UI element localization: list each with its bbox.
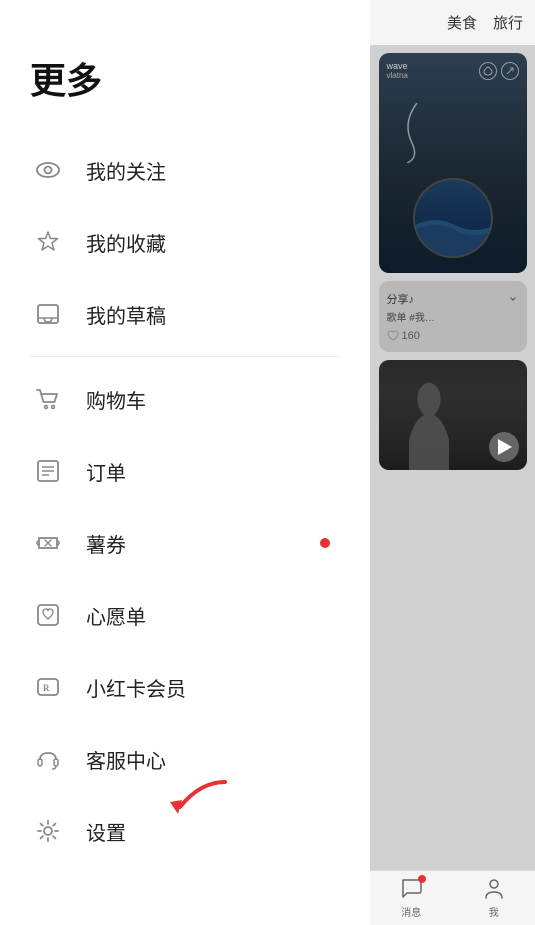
tab-food[interactable]: 美食 <box>443 10 481 35</box>
card3-silhouette <box>389 370 469 470</box>
messages-badge <box>418 875 426 883</box>
sidebar-item-label: 薯券 <box>86 529 126 558</box>
messages-icon-wrap <box>400 877 422 902</box>
sidebar-item-label: 订单 <box>86 457 126 486</box>
right-background-panel: 美食 旅行 wave vlatna <box>370 0 535 925</box>
sidebar-item-shopping-cart[interactable]: 购物车 <box>0 363 370 435</box>
sidebar-item-label: 客服中心 <box>86 745 166 774</box>
card1-subtitle: vlatna <box>387 71 408 80</box>
coupon-icon <box>30 525 66 561</box>
content-card-1[interactable]: wave vlatna <box>379 53 527 273</box>
card2-chevron-icon <box>507 293 519 305</box>
content-card-3[interactable] <box>379 360 527 470</box>
card2-share-text: 分享♪ <box>387 291 415 307</box>
content-card-2[interactable]: 分享♪ 歌单 #我… 160 <box>379 281 527 352</box>
bottom-navigation: 消息 我 <box>370 870 535 925</box>
card2-likes: 160 <box>387 330 519 342</box>
sidebar-item-label: 小红卡会员 <box>86 673 186 702</box>
nav-messages[interactable]: 消息 <box>400 877 422 919</box>
sidebar-item-label: 我的关注 <box>86 156 166 185</box>
svg-text:R: R <box>43 683 50 693</box>
nav-me-label: 我 <box>483 904 505 919</box>
nav-me[interactable]: 我 <box>483 877 505 919</box>
wishlist-icon <box>30 597 66 633</box>
membership-icon: R <box>30 669 66 705</box>
sidebar-item-membership[interactable]: R 小红卡会员 <box>0 651 370 723</box>
card1-action-icons <box>479 62 519 80</box>
headset-icon <box>30 741 66 777</box>
settings-arrow-indicator <box>140 772 240 837</box>
card3-play-btn[interactable] <box>489 432 519 462</box>
order-icon <box>30 453 66 489</box>
sidebar-item-label: 购物车 <box>86 385 146 414</box>
tab-travel[interactable]: 旅行 <box>489 10 527 35</box>
gear-icon <box>30 813 66 849</box>
card1-header: wave vlatna <box>379 61 527 80</box>
card1-follow-icon[interactable] <box>479 62 497 80</box>
category-tabs: 美食 旅行 <box>370 0 535 45</box>
wave-circle <box>413 178 493 258</box>
card1-user-info: wave vlatna <box>387 61 408 80</box>
card2-header: 分享♪ <box>387 291 519 307</box>
star-icon <box>30 224 66 260</box>
sidebar-item-my-favorites[interactable]: 我的收藏 <box>0 206 370 278</box>
wave-line-decoration <box>397 103 427 168</box>
page-title: 更多 <box>0 0 370 134</box>
sidebar-item-label: 心愿单 <box>86 601 146 630</box>
me-icon <box>483 877 505 899</box>
coupon-badge <box>320 538 330 548</box>
sidebar-item-my-follow[interactable]: 我的关注 <box>0 134 370 206</box>
cart-icon <box>30 381 66 417</box>
sidebar-item-wishlist[interactable]: 心愿单 <box>0 579 370 651</box>
sidebar-item-label: 我的收藏 <box>86 228 166 257</box>
sidebar-item-orders[interactable]: 订单 <box>0 435 370 507</box>
sidebar-item-label: 我的草稿 <box>86 300 166 329</box>
likes-count: 160 <box>402 330 420 342</box>
sidebar-item-my-drafts[interactable]: 我的草稿 <box>0 278 370 350</box>
inbox-icon <box>30 296 66 332</box>
card2-subtitle: 歌单 #我… <box>387 309 519 324</box>
eye-icon <box>30 152 66 188</box>
sidebar-item-coupons[interactable]: 薯券 <box>0 507 370 579</box>
card1-share-icon[interactable] <box>501 62 519 80</box>
nav-messages-label: 消息 <box>400 904 422 919</box>
card1-username: wave <box>387 61 408 71</box>
sidebar-item-label: 设置 <box>86 817 126 846</box>
menu-divider <box>30 356 340 357</box>
